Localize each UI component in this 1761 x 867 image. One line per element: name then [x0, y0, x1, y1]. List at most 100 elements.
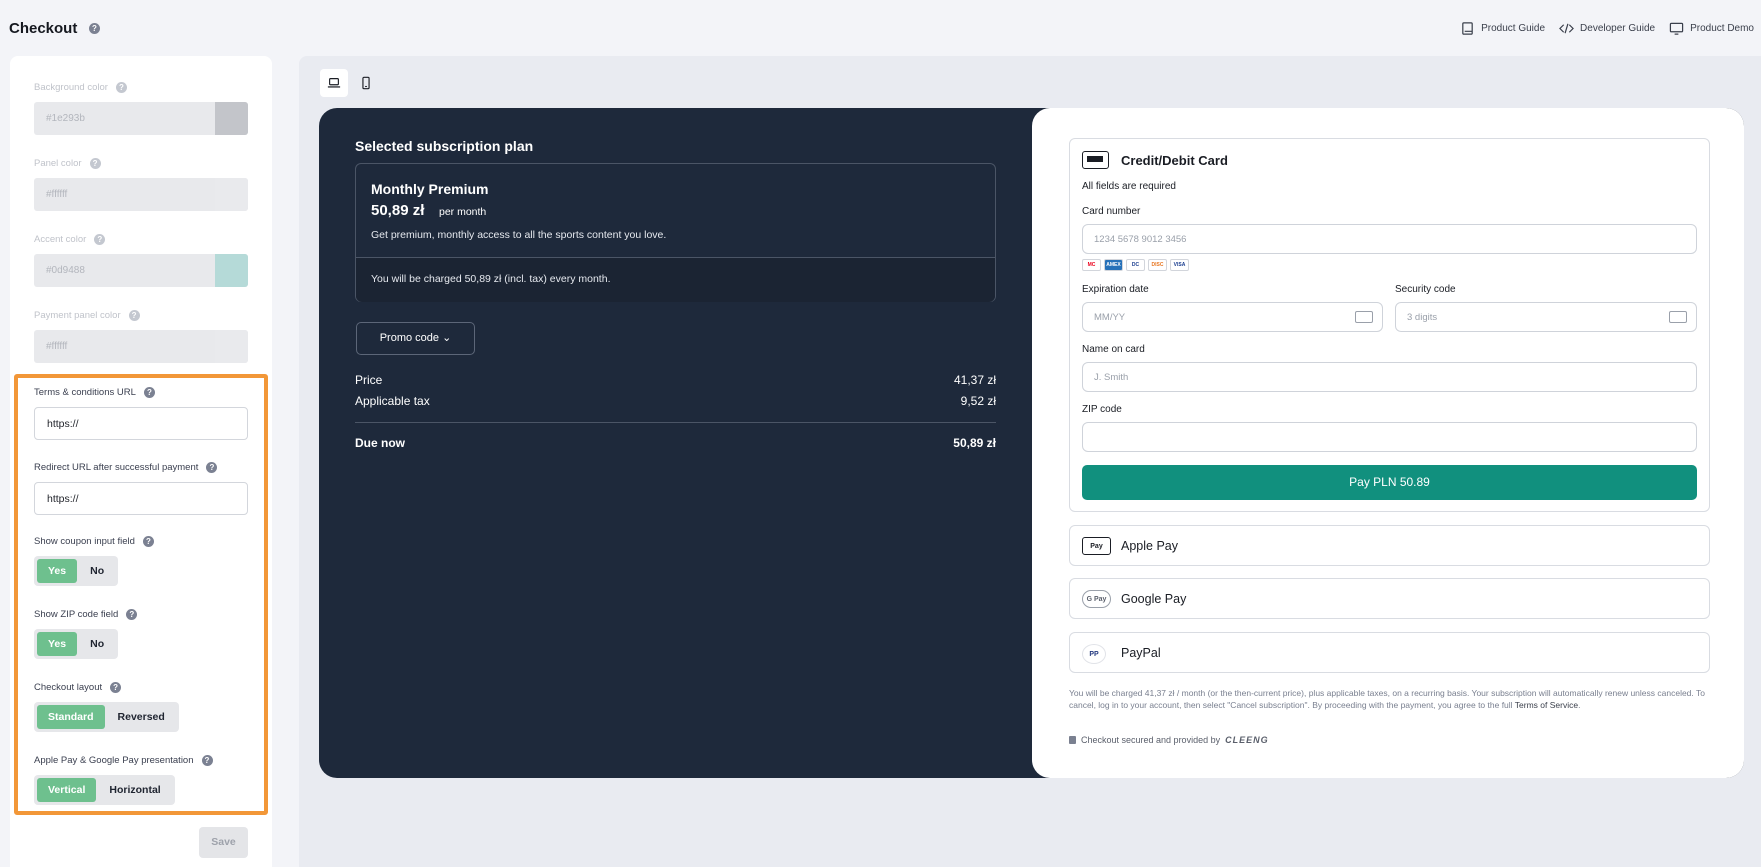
- paypal-icon: PP: [1082, 644, 1106, 664]
- top-bar: Checkout ? Product Guide Developer Guide…: [0, 0, 1761, 56]
- help-icon[interactable]: ?: [94, 233, 106, 245]
- help-icon[interactable]: ?: [89, 157, 101, 169]
- expiry-input[interactable]: MM/YY: [1082, 302, 1383, 332]
- plan-period: per month: [439, 206, 487, 218]
- checkout-layout-label: Checkout layout: [34, 681, 103, 693]
- card-cvc-icon: [1669, 311, 1687, 323]
- plan-charge-note: You will be charged 50,89 zł (incl. tax)…: [371, 273, 611, 285]
- divider: [355, 422, 996, 423]
- help-icon[interactable]: ?: [110, 681, 122, 693]
- card-number-input[interactable]: 1234 5678 9012 3456: [1082, 224, 1697, 254]
- discover-icon: DISC: [1148, 259, 1167, 271]
- code-icon: [1559, 23, 1574, 34]
- payment-panel-color-label: Payment panel color: [34, 309, 121, 321]
- accent-color-input[interactable]: #0d9488: [34, 254, 248, 287]
- zip-yes-option[interactable]: Yes: [37, 632, 78, 656]
- payment-pane: Credit/Debit Card All fields are require…: [1032, 108, 1744, 778]
- zip-toggle: Yes No: [34, 629, 119, 659]
- paypal-option[interactable]: PP PayPal: [1069, 632, 1710, 673]
- diners-icon: DC: [1126, 259, 1145, 271]
- mobile-view-button[interactable]: [352, 69, 380, 97]
- promo-code-button[interactable]: Promo code ⌄: [356, 322, 475, 355]
- coupon-field: Show coupon input field? Yes No: [34, 534, 248, 586]
- terms-url-input[interactable]: https://: [34, 407, 248, 440]
- pay-button[interactable]: Pay PLN 50.89: [1082, 465, 1697, 500]
- help-icon[interactable]: ?: [126, 608, 138, 620]
- zip-no-option[interactable]: No: [79, 632, 115, 656]
- mastercard-icon: MC: [1082, 259, 1101, 271]
- order-summary-pane: Selected subscription plan Monthly Premi…: [319, 108, 1032, 778]
- help-icon[interactable]: ?: [206, 461, 218, 473]
- background-color-input[interactable]: #1e293b: [34, 102, 248, 135]
- required-note: All fields are required: [1082, 181, 1176, 192]
- wallet-presentation-toggle: Vertical Horizontal: [34, 775, 175, 805]
- wallet-presentation-field: Apple Pay & Google Pay presentation? Ver…: [34, 753, 248, 805]
- developer-guide-link[interactable]: Developer Guide: [1559, 21, 1655, 36]
- accent-color-swatch[interactable]: [215, 254, 248, 287]
- help-icon[interactable]: ?: [142, 535, 154, 547]
- redirect-url-field: Redirect URL after successful payment? h…: [34, 460, 248, 515]
- google-pay-icon: G Pay: [1082, 590, 1111, 608]
- accent-color-value: #0d9488: [46, 265, 85, 276]
- page-title: Checkout: [9, 20, 78, 37]
- apple-pay-option[interactable]: Pay Apple Pay: [1069, 525, 1710, 566]
- layout-reversed-option[interactable]: Reversed: [107, 705, 176, 729]
- zip-field: Show ZIP code field? Yes No: [34, 607, 248, 659]
- payment-panel-color-field: Payment panel color? #ffffff: [34, 308, 248, 363]
- product-guide-link[interactable]: Product Guide: [1460, 21, 1545, 36]
- panel-color-swatch[interactable]: [215, 178, 248, 211]
- redirect-url-input[interactable]: https://: [34, 482, 248, 515]
- coupon-no-option[interactable]: No: [79, 559, 115, 583]
- google-pay-label: Google Pay: [1121, 592, 1187, 606]
- security-code-placeholder: 3 digits: [1407, 312, 1438, 323]
- payment-panel-color-swatch[interactable]: [215, 330, 248, 363]
- paypal-label: PayPal: [1121, 646, 1161, 660]
- wallet-vertical-option[interactable]: Vertical: [37, 778, 97, 802]
- background-color-label: Background color: [34, 81, 108, 93]
- help-icon[interactable]: ?: [128, 309, 140, 321]
- panel-color-label: Panel color: [34, 157, 82, 169]
- wallet-horizontal-option[interactable]: Horizontal: [98, 778, 171, 802]
- payment-panel-color-value: #ffffff: [46, 341, 68, 352]
- due-now-row: Due now 50,89 zł: [355, 436, 996, 450]
- card-method-header[interactable]: Credit/Debit Card: [1082, 151, 1228, 169]
- name-on-card-input[interactable]: J. Smith: [1082, 362, 1697, 392]
- payment-panel-color-input[interactable]: #ffffff: [34, 330, 248, 363]
- apple-pay-icon: Pay: [1082, 537, 1111, 555]
- price-row: Price 41,37 zł: [355, 373, 996, 387]
- help-icon[interactable]: ?: [89, 23, 100, 34]
- background-color-swatch[interactable]: [215, 102, 248, 135]
- expiry-label: Expiration date: [1082, 284, 1149, 295]
- product-guide-label: Product Guide: [1481, 23, 1546, 34]
- help-icon[interactable]: ?: [201, 754, 213, 766]
- coupon-label: Show coupon input field: [34, 535, 135, 547]
- security-code-label: Security code: [1395, 284, 1456, 295]
- zip-code-input[interactable]: [1082, 422, 1697, 452]
- background-color-field: Background color? #1e293b: [34, 80, 248, 135]
- google-pay-option[interactable]: G Pay Google Pay: [1069, 578, 1710, 619]
- coupon-yes-option[interactable]: Yes: [37, 559, 78, 583]
- credit-card-icon: [1082, 151, 1109, 169]
- help-icon[interactable]: ?: [115, 81, 127, 93]
- accent-color-field: Accent color? #0d9488: [34, 232, 248, 287]
- terms-of-service-link[interactable]: Terms of Service: [1515, 700, 1578, 710]
- help-icon[interactable]: ?: [143, 386, 155, 398]
- terms-url-field: Terms & conditions URL? https://: [34, 385, 248, 440]
- layout-standard-option[interactable]: Standard: [37, 705, 105, 729]
- tax-value: 9,52 zł: [960, 394, 996, 408]
- legal-body: You will be charged 41,37 zł / month (or…: [1069, 688, 1705, 710]
- save-button[interactable]: Save: [199, 827, 248, 858]
- redirect-url-label: Redirect URL after successful payment: [34, 461, 199, 473]
- settings-panel: Background color? #1e293b Panel color? #…: [10, 56, 272, 867]
- card-payment-block: Credit/Debit Card All fields are require…: [1069, 138, 1710, 512]
- product-demo-link[interactable]: Product Demo: [1669, 21, 1754, 36]
- price-label: Price: [355, 373, 383, 387]
- card-method-title: Credit/Debit Card: [1121, 152, 1228, 168]
- apple-pay-label: Apple Pay: [1121, 539, 1178, 553]
- monitor-icon: [1669, 22, 1684, 35]
- panel-color-input[interactable]: #ffffff: [34, 178, 248, 211]
- security-code-input[interactable]: 3 digits: [1395, 302, 1697, 332]
- desktop-view-button[interactable]: [320, 69, 348, 97]
- plan-charge-row: You will be charged 50,89 zł (incl. tax)…: [356, 258, 995, 302]
- top-links: Product Guide Developer Guide Product De…: [1460, 21, 1754, 36]
